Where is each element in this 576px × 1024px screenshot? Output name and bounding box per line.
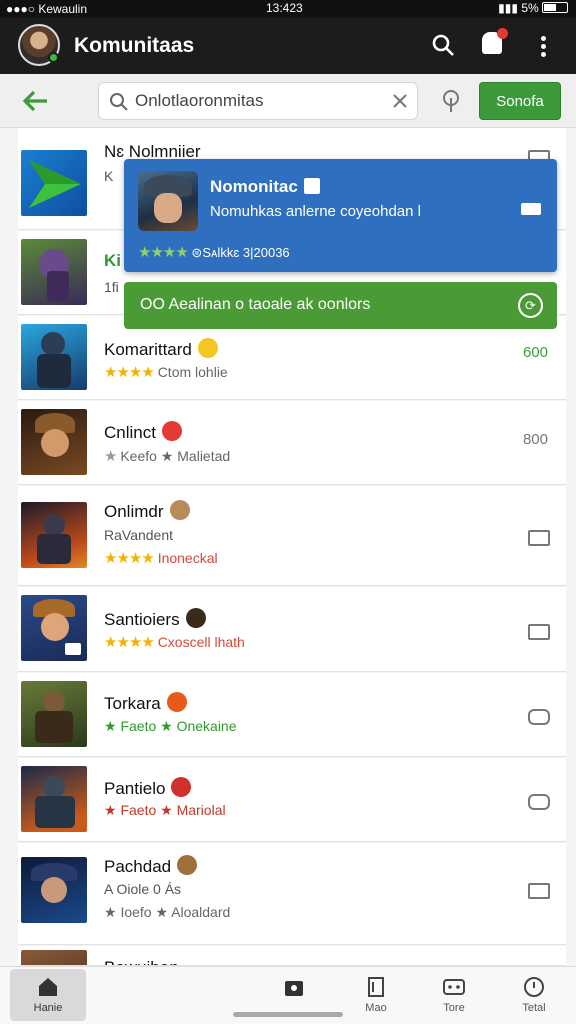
game-thumbnail bbox=[21, 324, 87, 390]
game-thumbnail bbox=[21, 681, 87, 747]
tab-store[interactable]: Tore bbox=[416, 969, 492, 1021]
camera-icon bbox=[285, 981, 303, 996]
list-item-subtitle: RaVandent bbox=[104, 527, 174, 543]
list-item-rating: ★ Ioefo ★ Aloaldard bbox=[104, 904, 231, 920]
clock-icon[interactable]: ⟳ bbox=[518, 293, 543, 318]
popup-description: Nomuhkas anlerne coyeohdan l bbox=[210, 203, 421, 220]
emoji-icon bbox=[161, 421, 182, 441]
emoji-icon bbox=[166, 692, 187, 712]
list-item-rating: ★★★★ Ctom lohlie bbox=[104, 364, 228, 381]
more-menu-icon[interactable] bbox=[541, 36, 546, 57]
compass-icon bbox=[524, 977, 544, 997]
list-item-subtitle: A Oiole 0 Ás bbox=[104, 881, 182, 897]
action-checkbox[interactable] bbox=[528, 530, 550, 546]
search-icon bbox=[110, 93, 128, 111]
tab-map[interactable]: Mao bbox=[338, 969, 414, 1021]
list-item-title: Pachdad bbox=[104, 855, 198, 877]
back-arrow-icon[interactable] bbox=[20, 86, 50, 116]
search-row: Sonofa bbox=[0, 74, 576, 128]
popup-toggle[interactable] bbox=[521, 203, 541, 215]
list-item[interactable]: Bowuiben bbox=[18, 946, 566, 966]
signal-icon: ▮▮▮ bbox=[498, 1, 518, 15]
tab-home[interactable]: Hanie bbox=[10, 969, 86, 1021]
game-thumbnail bbox=[21, 595, 87, 661]
emoji-icon bbox=[171, 777, 192, 797]
action-checkbox[interactable] bbox=[528, 709, 550, 725]
game-thumbnail bbox=[21, 766, 87, 832]
list-item-title: Bowuiben bbox=[104, 958, 179, 965]
home-indicator bbox=[233, 1012, 343, 1017]
list-item-rating: ★ Keefo ★ Malietad bbox=[104, 448, 231, 465]
emoji-icon bbox=[185, 608, 206, 628]
game-thumbnail bbox=[21, 950, 87, 965]
home-icon bbox=[39, 978, 57, 996]
popup-action-label: OO Aealinan o taoale ak oonlors bbox=[140, 296, 371, 313]
search-input[interactable] bbox=[135, 89, 385, 113]
list-item-subtitle: 1fi bbox=[104, 279, 119, 295]
online-dot bbox=[48, 52, 59, 63]
list-item-rating: ★ Faeto ★ Mariolal bbox=[104, 802, 226, 818]
book-icon bbox=[368, 977, 384, 997]
list-item[interactable]: Torkara ★ Faeto ★ Onekaine bbox=[18, 673, 566, 757]
emoji-icon bbox=[177, 855, 198, 875]
list-item[interactable]: Pantielo ★ Faeto ★ Mariolal bbox=[18, 758, 566, 842]
battery-icon bbox=[542, 2, 568, 13]
list-item[interactable]: Onlimdr RaVandent ★★★★ Inoneckal bbox=[18, 486, 566, 586]
list-item-title: Onlimdr bbox=[104, 500, 190, 522]
avatar[interactable] bbox=[18, 24, 60, 66]
list-item-title: Cnlinct bbox=[104, 421, 182, 443]
battery-percent: 5% bbox=[521, 1, 539, 15]
location-pin-icon[interactable] bbox=[440, 88, 462, 114]
notification-icon[interactable] bbox=[482, 28, 508, 54]
popup-thumbnail bbox=[138, 171, 198, 231]
status-bar: ●●●○ Kewaulin 13:423 ▮▮▮ 5% bbox=[0, 0, 576, 18]
popup-title: Nomonitac bbox=[210, 177, 320, 197]
emoji-icon bbox=[197, 338, 218, 358]
list-item[interactable]: Pachdad A Oiole 0 Ás ★ Ioefo ★ Aloaldard bbox=[18, 843, 566, 945]
list-item-rating: ★ Faeto ★ Onekaine bbox=[104, 718, 237, 734]
notification-badge bbox=[497, 28, 508, 39]
list-item-value: 600 bbox=[522, 344, 548, 361]
clock: 13:423 bbox=[266, 1, 303, 15]
search-button[interactable]: Sonofa bbox=[479, 82, 561, 120]
list-item-title: Pantielo bbox=[104, 777, 192, 799]
list-item[interactable]: Santioiers ★★★★ Cxoscell lhath bbox=[18, 587, 566, 672]
popup-action-bar[interactable]: OO Aealinan o taoale ak oonlors ⟳ bbox=[124, 282, 557, 329]
action-checkbox[interactable] bbox=[528, 794, 550, 810]
emoji-icon bbox=[169, 500, 190, 520]
search-icon[interactable] bbox=[430, 32, 456, 58]
search-box bbox=[98, 82, 418, 120]
carrier-label: ●●●○ Kewaulin bbox=[6, 2, 88, 16]
game-thumbnail bbox=[21, 857, 87, 923]
game-thumbnail bbox=[21, 150, 87, 216]
action-checkbox[interactable] bbox=[528, 883, 550, 899]
list-item-title: Ki bbox=[104, 251, 121, 270]
tag-icon bbox=[303, 178, 320, 194]
action-checkbox[interactable] bbox=[528, 624, 550, 640]
popup-meta: ★★★★ ⊜Sᴀlkkɛ 3|20036 bbox=[138, 244, 290, 261]
game-thumbnail bbox=[21, 502, 87, 568]
list-item-value: 800 bbox=[522, 431, 548, 448]
list-item-subtitle: K bbox=[104, 168, 114, 184]
list-item-title: Torkara bbox=[104, 692, 187, 714]
list-item-title: Komarittard bbox=[104, 338, 218, 360]
list-item[interactable]: Cnlinct ★ Keefo ★ Malietad 800 bbox=[18, 401, 566, 485]
game-thumbnail bbox=[21, 409, 87, 475]
app-bar: Komunitaas bbox=[0, 18, 576, 74]
list-item-rating: ★★★★ Inoneckal bbox=[104, 550, 218, 567]
clear-icon[interactable] bbox=[391, 92, 409, 110]
list-item-rating: ★★★★ Cxoscell lhath bbox=[104, 634, 245, 651]
status-right: ▮▮▮ 5% bbox=[498, 1, 568, 15]
list-item-title: Santioiers bbox=[104, 608, 206, 630]
page-title: Komunitaas bbox=[74, 34, 195, 57]
featured-popup[interactable]: Nomonitac Nomuhkas anlerne coyeohdan l ★… bbox=[124, 159, 557, 272]
game-thumbnail bbox=[21, 239, 87, 305]
tab-total[interactable]: Tetal bbox=[496, 969, 572, 1021]
gamepad-icon bbox=[443, 979, 465, 995]
